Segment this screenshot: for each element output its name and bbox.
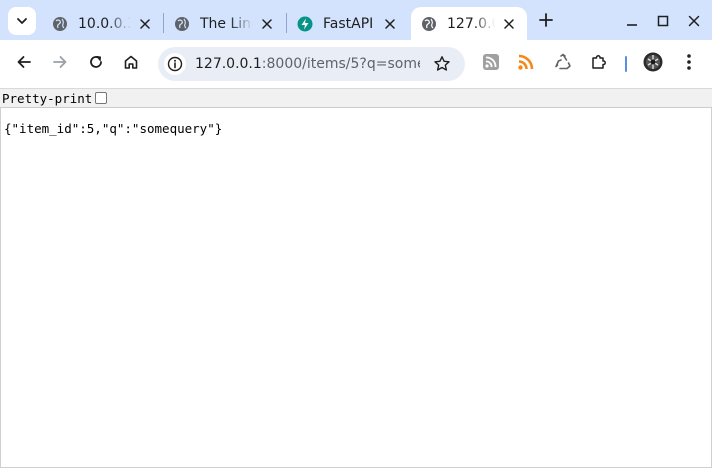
profile-avatar-icon xyxy=(643,52,663,76)
reload-button[interactable] xyxy=(84,52,108,76)
title-bar: 10.0.0.3 The Linu FastAPI 127.0.0 xyxy=(0,0,712,40)
url-path: :8000/items/5?q=someq… xyxy=(261,56,420,72)
tab-4-title: 127.0.0 xyxy=(447,15,495,32)
forward-arrow-icon xyxy=(52,54,68,74)
home-button[interactable] xyxy=(119,52,143,76)
back-button[interactable] xyxy=(12,52,36,76)
site-info-icon[interactable] xyxy=(164,53,186,75)
tab-1[interactable]: 10.0.0.3 xyxy=(42,7,163,40)
json-response-text: {"item_id":5,"q":"somequery"} xyxy=(4,121,223,136)
fastapi-logo-icon xyxy=(297,16,313,32)
globe-icon xyxy=(421,16,437,32)
close-icon[interactable] xyxy=(259,16,275,32)
window-close-button[interactable] xyxy=(685,12,703,30)
extensions-button[interactable] xyxy=(587,52,611,76)
pretty-print-label[interactable]: Pretty-print xyxy=(2,91,92,106)
rss-orange-icon xyxy=(516,52,536,76)
forward-button[interactable] xyxy=(48,52,72,76)
reload-icon xyxy=(88,54,104,74)
close-icon[interactable] xyxy=(501,16,517,32)
recycle-icon xyxy=(554,53,572,75)
tab-3-title: FastAPI xyxy=(323,15,374,32)
page-content: {"item_id":5,"q":"somequery"} xyxy=(0,108,712,468)
profile-button[interactable] xyxy=(641,52,665,76)
minimize-icon xyxy=(626,12,638,31)
close-icon[interactable] xyxy=(137,16,153,32)
tab-2-title: The Linu xyxy=(200,15,253,32)
tab-3[interactable]: FastAPI xyxy=(287,7,408,40)
toolbar-divider xyxy=(625,56,627,72)
maximize-button[interactable] xyxy=(654,12,672,30)
rss-orange-extension[interactable] xyxy=(514,52,538,76)
home-icon xyxy=(123,54,139,74)
tab-1-title: 10.0.0.3 xyxy=(78,15,131,32)
url-host: 127.0.0.1 xyxy=(195,56,262,72)
pretty-print-bar: Pretty-print xyxy=(0,88,712,108)
globe-icon xyxy=(52,16,68,32)
minimize-button[interactable] xyxy=(623,12,641,30)
pretty-print-checkbox[interactable] xyxy=(95,92,108,104)
url-text[interactable]: 127.0.0.1:8000/items/5?q=someq… xyxy=(195,56,420,72)
tab-2[interactable]: The Linu xyxy=(164,7,285,40)
tab-4-active[interactable]: 127.0.0 xyxy=(411,7,527,40)
globe-icon xyxy=(174,16,190,32)
new-tab-button[interactable] xyxy=(536,11,556,31)
extensions-puzzle-icon xyxy=(590,53,608,75)
maximize-icon xyxy=(657,12,669,31)
tab-search-button[interactable] xyxy=(8,7,36,35)
plus-icon xyxy=(539,12,553,31)
chevron-down-icon xyxy=(16,12,28,31)
window-close-icon xyxy=(688,12,700,31)
browser-toolbar: 127.0.0.1:8000/items/5?q=someq… xyxy=(0,40,712,88)
address-bar[interactable]: 127.0.0.1:8000/items/5?q=someq… xyxy=(158,47,465,81)
back-arrow-icon xyxy=(16,54,32,74)
menu-kebab-icon xyxy=(686,53,692,75)
bookmark-star-icon[interactable] xyxy=(433,55,451,73)
close-icon[interactable] xyxy=(382,16,398,32)
recycle-extension[interactable] xyxy=(551,52,575,76)
rss-grey-icon xyxy=(482,53,500,75)
browser-menu-button[interactable] xyxy=(677,52,701,76)
rss-grey-extension[interactable] xyxy=(479,52,503,76)
